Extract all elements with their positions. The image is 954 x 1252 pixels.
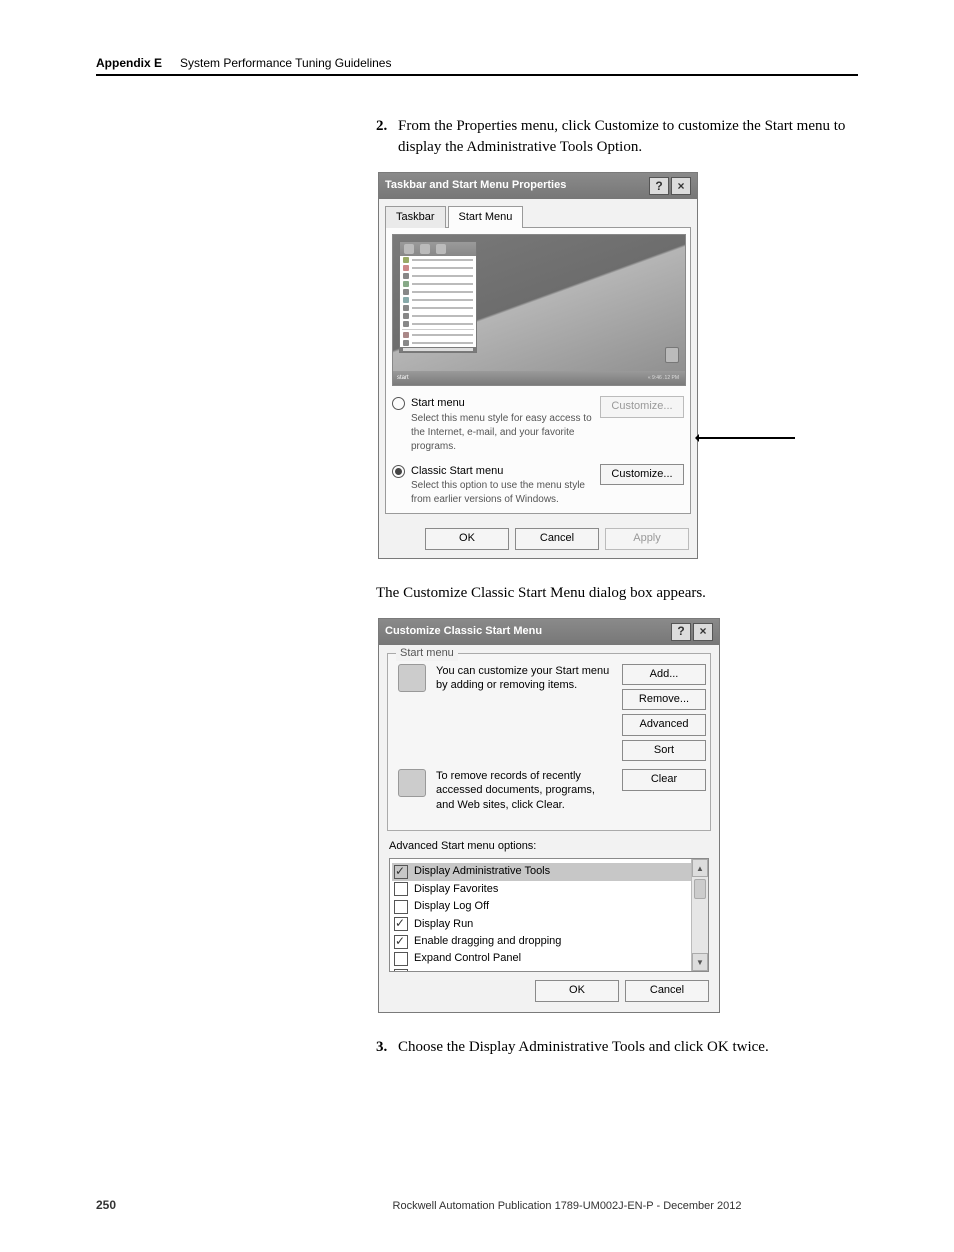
step-number: 2. xyxy=(376,116,387,137)
option-label: Expand My Documents xyxy=(414,969,528,973)
help-icon[interactable]: ? xyxy=(671,623,691,641)
customize-button-disabled: Customize... xyxy=(600,396,684,417)
option-desc: Select this option to use the menu style… xyxy=(411,479,594,507)
option-start-menu[interactable]: Start menu Select this menu style for ea… xyxy=(392,396,684,453)
advanced-label: Advanced Start menu options: xyxy=(389,839,709,854)
clear-history-icon xyxy=(398,769,426,797)
option-display-favorites[interactable]: Display Favorites xyxy=(392,881,706,898)
option-display-run[interactable]: Display Run xyxy=(392,916,706,933)
option-expand-control-panel[interactable]: Expand Control Panel xyxy=(392,950,706,967)
checkbox[interactable] xyxy=(394,882,408,896)
dialog-button-row: OK Cancel xyxy=(379,980,719,1011)
checkbox[interactable] xyxy=(394,969,408,972)
checkbox[interactable] xyxy=(394,900,408,914)
option-classic-start-menu[interactable]: Classic Start menu Select this option to… xyxy=(392,464,684,507)
start-menu-group: Start menu You can customize your Start … xyxy=(387,653,711,831)
taskbar-properties-dialog: Taskbar and Start Menu Properties ? × Ta… xyxy=(378,172,698,559)
remove-button[interactable]: Remove... xyxy=(622,689,706,710)
start-menu-preview: start « 9:46 .12 PM xyxy=(392,234,686,386)
step-3: 3. Choose the Display Administrative Too… xyxy=(376,1037,858,1058)
document-page: Appendix E System Performance Tuning Gui… xyxy=(0,0,954,1252)
group-text-1: You can customize your Start menu by add… xyxy=(436,664,612,693)
option-label: Display Administrative Tools xyxy=(414,864,550,879)
option-desc: Select this menu style for easy access t… xyxy=(411,412,594,454)
dialog-titlebar[interactable]: Customize Classic Start Menu ? × xyxy=(379,619,719,645)
content-column: 2. From the Properties menu, click Custo… xyxy=(376,116,858,1058)
step-2: 2. From the Properties menu, click Custo… xyxy=(376,116,858,158)
checkbox[interactable] xyxy=(394,865,408,879)
cancel-button[interactable]: Cancel xyxy=(625,980,709,1001)
caption-text: The Customize Classic Start Menu dialog … xyxy=(376,583,858,604)
dialog-titlebar[interactable]: Taskbar and Start Menu Properties ? × xyxy=(379,173,697,199)
option-expand-my-documents[interactable]: Expand My Documents xyxy=(392,968,706,973)
start-button-mock: start xyxy=(397,374,409,382)
option-label: Display Favorites xyxy=(414,882,498,897)
menu-mock xyxy=(399,241,477,353)
option-title: Start menu xyxy=(411,396,594,411)
step-text: Choose the Display Administrative Tools … xyxy=(398,1039,769,1055)
dialog-button-row: OK Cancel Apply xyxy=(379,520,697,557)
radio-start-menu[interactable] xyxy=(392,397,405,410)
option-label: Expand Control Panel xyxy=(414,951,521,966)
checkbox[interactable] xyxy=(394,935,408,949)
option-display-admin-tools[interactable]: Display Administrative Tools xyxy=(392,863,706,880)
checkbox[interactable] xyxy=(394,917,408,931)
tab-taskbar[interactable]: Taskbar xyxy=(385,206,446,228)
recycle-bin-icon xyxy=(665,347,679,363)
publication-info: Rockwell Automation Publication 1789-UM0… xyxy=(276,1200,858,1212)
group-text-2: To remove records of recently accessed d… xyxy=(436,769,612,812)
option-display-log-off[interactable]: Display Log Off xyxy=(392,898,706,915)
page-footer: 250 Rockwell Automation Publication 1789… xyxy=(96,1198,858,1212)
advanced-options-list[interactable]: Display Administrative Tools Display Fav… xyxy=(389,858,709,972)
add-button[interactable]: Add... xyxy=(622,664,706,685)
close-icon[interactable]: × xyxy=(671,177,691,195)
option-enable-dragging[interactable]: Enable dragging and dropping xyxy=(392,933,706,950)
option-label: Display Run xyxy=(414,917,473,932)
radio-classic-start-menu[interactable] xyxy=(392,465,405,478)
option-title: Classic Start menu xyxy=(411,464,594,479)
dialog-title: Customize Classic Start Menu xyxy=(385,624,542,639)
group-label: Start menu xyxy=(396,646,458,661)
page-header: Appendix E System Performance Tuning Gui… xyxy=(96,56,858,76)
clear-button[interactable]: Clear xyxy=(622,769,706,790)
ok-button[interactable]: OK xyxy=(425,528,509,549)
scroll-up-icon[interactable]: ▲ xyxy=(692,859,708,877)
dialog-title: Taskbar and Start Menu Properties xyxy=(385,178,566,193)
callout-arrow-icon xyxy=(697,437,795,439)
close-icon[interactable]: × xyxy=(693,623,713,641)
sort-button[interactable]: Sort xyxy=(622,740,706,761)
step-number: 3. xyxy=(376,1037,387,1058)
help-icon[interactable]: ? xyxy=(649,177,669,195)
advanced-button[interactable]: Advanced xyxy=(622,714,706,735)
scroll-thumb[interactable] xyxy=(694,879,706,899)
checkbox[interactable] xyxy=(394,952,408,966)
tab-strip: Taskbar Start Menu xyxy=(379,199,697,227)
tab-start-menu[interactable]: Start Menu xyxy=(448,206,524,228)
customize-classic-dialog: Customize Classic Start Menu ? × Start m… xyxy=(378,618,720,1013)
customize-button[interactable]: Customize... xyxy=(600,464,684,485)
tab-panel: start « 9:46 .12 PM Start menu Select th… xyxy=(385,227,691,514)
tray-mock: « 9:46 .12 PM xyxy=(646,375,681,382)
scrollbar[interactable]: ▲ ▼ xyxy=(691,859,708,971)
option-label: Enable dragging and dropping xyxy=(414,934,561,949)
scroll-down-icon[interactable]: ▼ xyxy=(692,953,708,971)
customize-icon xyxy=(398,664,426,692)
apply-button: Apply xyxy=(605,528,689,549)
appendix-label: Appendix E xyxy=(96,56,162,70)
option-label: Display Log Off xyxy=(414,899,489,914)
step-text: From the Properties menu, click Customiz… xyxy=(398,118,845,155)
preview-taskbar: start « 9:46 .12 PM xyxy=(393,371,685,385)
ok-button[interactable]: OK xyxy=(535,980,619,1001)
page-number: 250 xyxy=(96,1198,116,1212)
header-title: System Performance Tuning Guidelines xyxy=(180,56,391,70)
cancel-button[interactable]: Cancel xyxy=(515,528,599,549)
